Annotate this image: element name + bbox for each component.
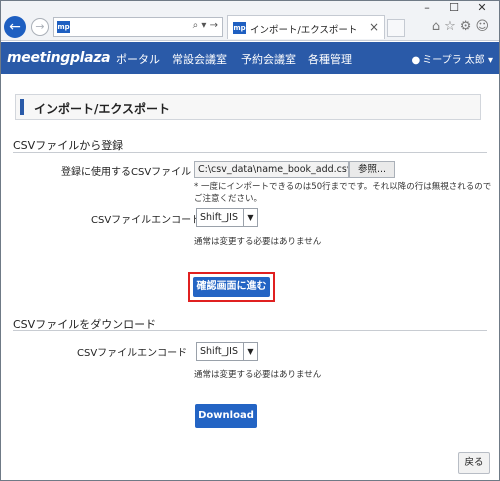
user-menu[interactable]: ● ミープラ 太郎 ▾ bbox=[411, 51, 493, 66]
browser-icons: ⌂☆⚙☺ bbox=[432, 19, 493, 34]
page-title: インポート/エクスポート bbox=[34, 102, 171, 116]
logo[interactable]: meetingplaza bbox=[7, 50, 111, 66]
address-bar[interactable]: mp ⌕ ▾ → bbox=[53, 17, 223, 37]
address-tools[interactable]: ⌕ ▾ → bbox=[193, 20, 218, 31]
app-navbar: meetingplaza ポータル 常設会議室 予約会議室 各種管理 ● ミープラ… bbox=[1, 42, 499, 74]
nav-item-portal[interactable]: ポータル bbox=[116, 51, 160, 67]
settings-gear-icon[interactable]: ⚙ bbox=[460, 19, 476, 34]
nav-item-reserved-rooms[interactable]: 予約会議室 bbox=[241, 51, 296, 67]
import-encode-value: Shift_JIS bbox=[200, 212, 238, 223]
smiley-icon[interactable]: ☺ bbox=[475, 19, 493, 34]
back-arrow-icon[interactable]: ← bbox=[4, 16, 26, 38]
csv-file-input[interactable]: C:\csv_data\name_book_add.csv bbox=[194, 161, 349, 178]
browser-toolbar: – ☐ ✕ ← → mp ⌕ ▾ → mp インポート/エクスポート × ⌂☆⚙… bbox=[1, 1, 499, 41]
new-tab-button[interactable] bbox=[387, 19, 405, 37]
nav-item-permanent-rooms[interactable]: 常設会議室 bbox=[172, 51, 227, 67]
chevron-down-icon: ▼ bbox=[243, 343, 257, 360]
download-button[interactable]: Download bbox=[195, 404, 257, 428]
browse-button[interactable]: 参照... bbox=[349, 161, 395, 178]
tab-favicon-icon: mp bbox=[233, 22, 246, 34]
import-encode-hint: 通常は変更する必要はありません bbox=[194, 237, 322, 247]
title-accent-bar bbox=[20, 99, 24, 115]
download-encode-hint: 通常は変更する必要はありません bbox=[194, 370, 322, 380]
download-encode-label: CSVファイルエンコード bbox=[77, 348, 188, 359]
favorites-star-icon[interactable]: ☆ bbox=[444, 19, 460, 34]
site-favicon-icon: mp bbox=[57, 21, 70, 33]
minimize-icon[interactable]: – bbox=[416, 1, 438, 15]
main-content: インポート/エクスポート CSVファイルから登録 登録に使用するCSVファイル … bbox=[1, 74, 499, 480]
section-divider bbox=[13, 330, 487, 331]
home-icon[interactable]: ⌂ bbox=[432, 19, 444, 34]
import-encode-label: CSVファイルエンコード bbox=[91, 215, 202, 226]
file-label: 登録に使用するCSVファイル bbox=[61, 167, 192, 178]
tab-title: インポート/エクスポート bbox=[250, 25, 358, 36]
section-divider bbox=[13, 152, 487, 153]
import-section-title: CSVファイルから登録 bbox=[13, 139, 124, 152]
back-button[interactable]: 戻る bbox=[458, 452, 490, 474]
user-name: ミープラ 太郎 ▾ bbox=[422, 55, 493, 66]
close-window-icon[interactable]: ✕ bbox=[471, 1, 493, 15]
import-encode-select[interactable]: Shift_JIS ▼ bbox=[196, 208, 258, 227]
page-title-box: インポート/エクスポート bbox=[15, 94, 481, 120]
user-icon: ● bbox=[411, 55, 421, 66]
maximize-icon[interactable]: ☐ bbox=[443, 1, 465, 15]
tab-import-export[interactable]: mp インポート/エクスポート × bbox=[227, 15, 385, 39]
download-encode-value: Shift_JIS bbox=[200, 346, 238, 357]
import-limit-note: * 一度にインポートできるのは50行までです。それ以降の行は無視されるのでご注意… bbox=[194, 182, 492, 204]
download-encode-select[interactable]: Shift_JIS ▼ bbox=[196, 342, 258, 361]
confirm-button[interactable]: 確認画面に進む bbox=[193, 277, 270, 297]
tab-close-icon[interactable]: × bbox=[369, 20, 379, 34]
chevron-down-icon: ▼ bbox=[243, 209, 257, 226]
browser-window: – ☐ ✕ ← → mp ⌕ ▾ → mp インポート/エクスポート × ⌂☆⚙… bbox=[0, 0, 500, 481]
forward-arrow-icon[interactable]: → bbox=[31, 18, 49, 36]
nav-item-management[interactable]: 各種管理 bbox=[308, 51, 352, 67]
